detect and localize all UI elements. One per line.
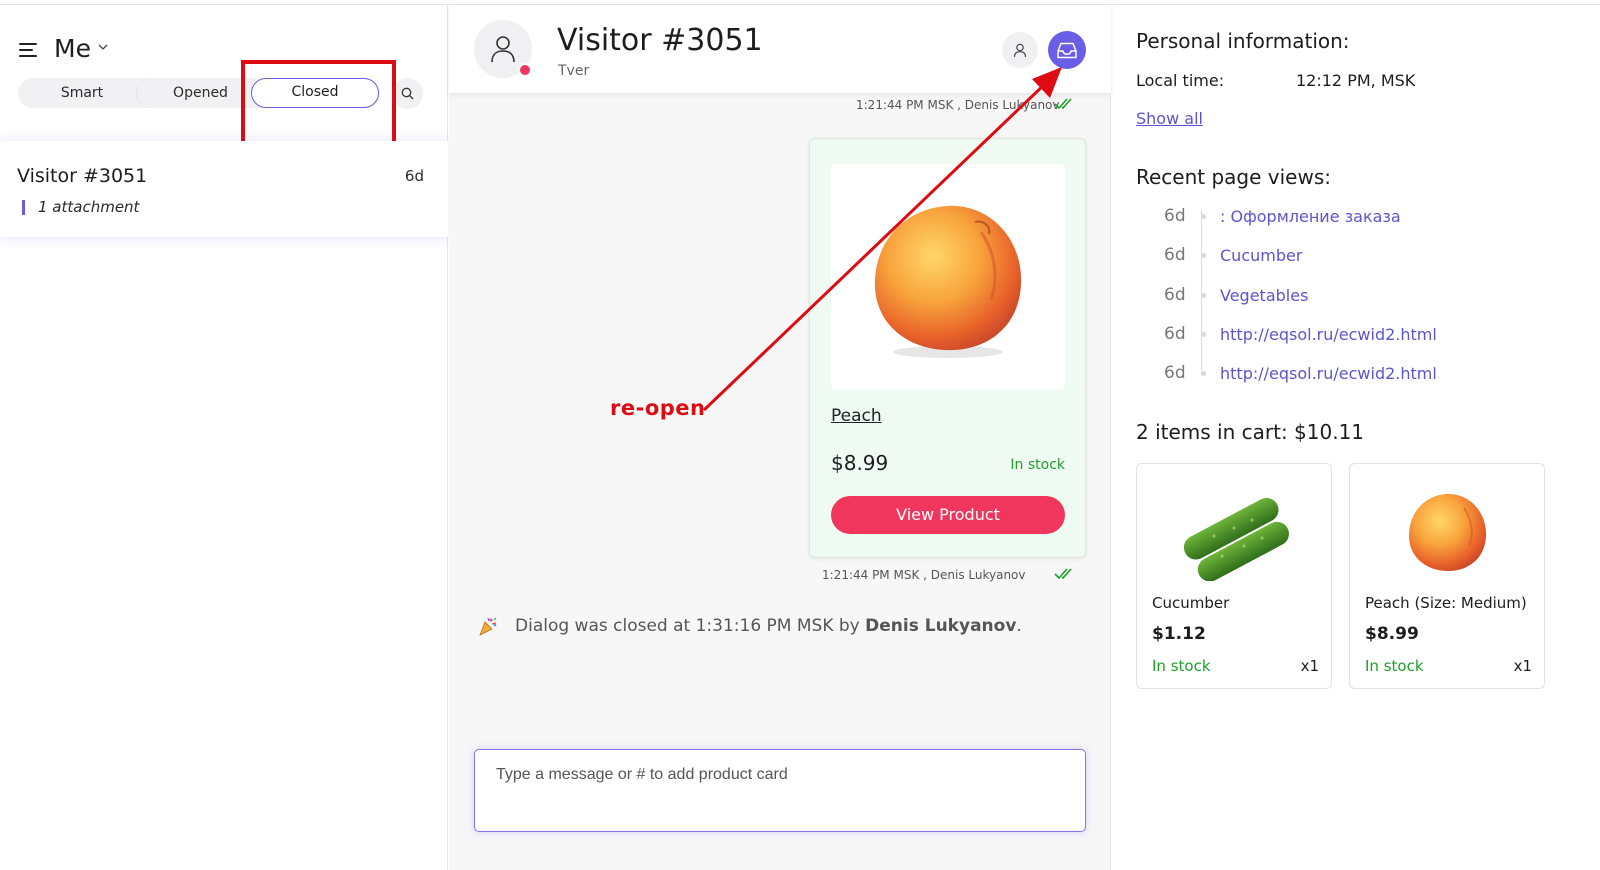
inbox-icon: [1057, 42, 1077, 58]
conversation-sidebar: Me Smart Opened Closed Visitor #3051 6d …: [0, 5, 448, 870]
page-view-item: 6d Vegetables: [1164, 283, 1308, 307]
local-time-value: 12:12 PM, MSK: [1296, 71, 1416, 90]
visitor-title: Visitor #3051: [557, 23, 763, 58]
page-view-time: 6d: [1164, 363, 1186, 383]
cart-item-image: [1364, 478, 1530, 588]
page-view-time: 6d: [1164, 324, 1186, 344]
page-view-link[interactable]: : Оформление заказа: [1220, 207, 1401, 226]
conversation-preview: 1 attachment: [38, 198, 140, 216]
visitor-profile-button[interactable]: [1002, 32, 1038, 68]
double-check-icon: [1054, 568, 1072, 580]
page-view-time: 6d: [1164, 245, 1186, 265]
cart-item-price: $8.99: [1365, 624, 1419, 644]
cart-item-name: Cucumber: [1152, 594, 1230, 612]
recent-page-views-heading: Recent page views:: [1136, 165, 1331, 189]
local-time-label: Local time:: [1136, 71, 1225, 90]
menu-icon[interactable]: [19, 43, 39, 57]
page-view-time: 6d: [1164, 285, 1186, 305]
show-all-link[interactable]: Show all: [1136, 109, 1203, 128]
message-meta: 1:21:44 PM MSK , Denis Lukyanov: [822, 568, 1026, 582]
conversation-time: 6d: [404, 167, 424, 185]
timeline-dot: [1201, 292, 1206, 298]
dialog-closed-notice: Dialog was closed at 1:31:16 PM MSK by D…: [477, 615, 1022, 637]
tab-smart[interactable]: Smart: [18, 78, 146, 108]
product-name-link[interactable]: Peach: [831, 406, 882, 426]
cart-item-price: $1.12: [1152, 624, 1206, 644]
personal-info-heading: Personal information:: [1136, 29, 1350, 53]
page-view-link[interactable]: Cucumber: [1220, 246, 1302, 265]
double-check-icon: [1054, 98, 1072, 110]
tab-opened[interactable]: Opened: [136, 78, 264, 108]
closed-note-prefix: Dialog was closed at 1:31:16 PM MSK by: [515, 616, 860, 636]
cart-item[interactable]: Peach (Size: Medium) $8.99 In stock x1: [1349, 463, 1545, 689]
preview-accent-bar: [22, 200, 25, 215]
cart-item-stock: In stock: [1152, 657, 1211, 675]
page-view-item: 6d Cucumber: [1164, 243, 1302, 267]
visitor-info-panel: Personal information: Local time: 12:12 …: [1112, 5, 1600, 870]
owner-filter-label: Me: [54, 33, 91, 63]
conversation-visitor-name: Visitor #3051: [17, 165, 148, 187]
reopen-dialog-button[interactable]: [1048, 31, 1086, 69]
timeline-dot: [1201, 370, 1206, 376]
closed-note-agent: Denis Lukyanov: [865, 616, 1017, 636]
cart-heading: 2 items in cart: $10.11: [1136, 420, 1365, 444]
chevron-down-icon: [98, 44, 108, 50]
product-image: [831, 164, 1065, 390]
product-card-message: Peach $8.99 In stock View Product: [809, 138, 1086, 558]
view-product-button[interactable]: View Product: [831, 496, 1065, 534]
search-button[interactable]: [392, 78, 423, 109]
party-popper-icon: [479, 617, 497, 636]
cart-item-image: [1151, 478, 1317, 588]
product-stock-status: In stock: [1010, 457, 1065, 473]
page-view-time: 6d: [1164, 206, 1186, 226]
visitor-city: Tver: [558, 63, 590, 79]
tab-closed[interactable]: Closed: [251, 78, 379, 108]
chat-panel: Visitor #3051 Tver 1:21:44 PM MSK , Deni…: [449, 5, 1111, 870]
cart-item-name: Peach (Size: Medium): [1365, 594, 1527, 612]
conversation-list-item[interactable]: Visitor #3051 6d 1 attachment: [0, 141, 448, 237]
page-view-item: 6d : Оформление заказа: [1164, 204, 1401, 228]
message-composer-input[interactable]: [474, 749, 1086, 832]
page-view-item: 6d http://eqsol.ru/ecwid2.html: [1164, 322, 1437, 346]
page-view-link[interactable]: Vegetables: [1220, 286, 1308, 305]
search-icon: [401, 87, 414, 100]
timeline-dot: [1201, 331, 1206, 337]
message-meta: 1:21:44 PM MSK , Denis Lukyanov: [856, 98, 1060, 112]
closed-note-suffix: .: [1016, 616, 1022, 636]
chat-header: Visitor #3051 Tver: [449, 5, 1111, 93]
conversation-filter-tabs: Smart Opened Closed: [18, 78, 380, 108]
cart-item-quantity: x1: [1513, 657, 1532, 675]
page-view-link[interactable]: http://eqsol.ru/ecwid2.html: [1220, 364, 1437, 383]
owner-filter-dropdown[interactable]: Me: [54, 32, 109, 64]
user-icon: [491, 36, 515, 63]
page-view-item: 6d http://eqsol.ru/ecwid2.html: [1164, 361, 1437, 385]
timeline-dot: [1201, 213, 1206, 219]
user-icon: [1013, 43, 1027, 57]
cart-item-stock: In stock: [1365, 657, 1424, 675]
cart-item[interactable]: Cucumber $1.12 In stock x1: [1136, 463, 1332, 689]
timeline-dot: [1201, 252, 1206, 258]
cart-item-quantity: x1: [1300, 657, 1319, 675]
product-price: $8.99: [831, 451, 889, 475]
offline-status-indicator: [518, 63, 532, 77]
page-view-link[interactable]: http://eqsol.ru/ecwid2.html: [1220, 325, 1437, 344]
reopen-annotation-label: re-open: [610, 396, 706, 420]
